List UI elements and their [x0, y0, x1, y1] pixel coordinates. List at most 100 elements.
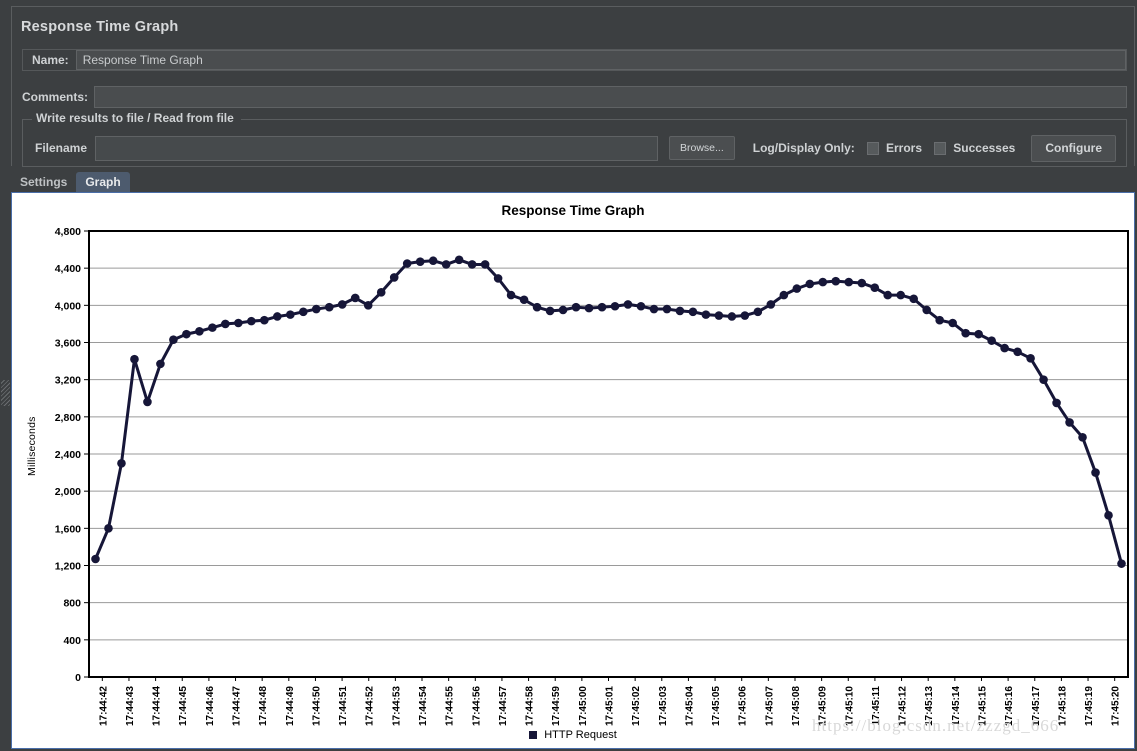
- data-point: [766, 300, 776, 309]
- data-point: [545, 306, 555, 316]
- data-point: [234, 318, 243, 328]
- x-tick-label: 17:45:03: [658, 686, 669, 726]
- data-point: [883, 290, 893, 300]
- left-gutter: [0, 0, 11, 751]
- settings-panel: Response Time Graph Name: Response Time …: [11, 6, 1135, 167]
- y-tick-label: 2,400: [55, 449, 81, 461]
- y-tick-label: 2,800: [55, 412, 81, 424]
- response-time-graph-window: Response Time Graph Name: Response Time …: [0, 0, 1137, 751]
- split-pane-grip[interactable]: [1, 380, 10, 406]
- data-point: [1013, 347, 1022, 357]
- data-point: [636, 301, 646, 311]
- x-tick-label: 17:45:17: [1031, 686, 1042, 726]
- data-point: [909, 294, 919, 304]
- data-point: [1091, 468, 1100, 477]
- data-point: [441, 260, 451, 269]
- x-tick-label: 17:44:52: [365, 686, 376, 726]
- log-display-only-label: Log/Display Only:: [752, 141, 855, 155]
- y-tick-label: 0: [75, 672, 81, 684]
- errors-checkbox[interactable]: [866, 141, 879, 155]
- chart-legend: HTTP Request: [12, 729, 1134, 741]
- x-tick-label: 17:45:18: [1057, 686, 1068, 726]
- page-title: Response Time Graph: [21, 19, 179, 35]
- data-point: [415, 257, 425, 266]
- x-tick-label: 17:45:04: [684, 686, 695, 726]
- data-point: [922, 305, 931, 315]
- tab-settings[interactable]: Settings: [11, 172, 77, 192]
- data-point: [662, 304, 672, 314]
- x-tick-label: 17:45:16: [1004, 686, 1015, 726]
- data-point: [857, 278, 867, 288]
- data-point: [389, 273, 399, 282]
- x-tick-label: 17:44:59: [551, 686, 562, 726]
- comments-row: Comments:: [22, 86, 1127, 108]
- data-point: [896, 290, 906, 300]
- data-point: [454, 255, 464, 265]
- data-point: [117, 458, 126, 468]
- y-tick-label: 3,600: [55, 338, 81, 350]
- x-tick-label: 17:44:51: [338, 686, 349, 726]
- y-tick-label: 4,800: [55, 226, 81, 238]
- y-tick-label: 2,000: [55, 486, 81, 498]
- successes-label: Successes: [953, 141, 1016, 155]
- tab-bar: Settings Graph: [11, 171, 1135, 192]
- filename-input[interactable]: [95, 135, 658, 161]
- data-point: [688, 307, 698, 317]
- data-point: [91, 554, 100, 564]
- data-point: [831, 276, 841, 286]
- data-point: [519, 295, 529, 305]
- filename-label: Filename: [35, 141, 88, 155]
- x-tick-label: 17:44:54: [418, 686, 429, 726]
- x-tick-label: 17:44:46: [205, 686, 216, 726]
- comments-label: Comments:: [22, 90, 89, 104]
- x-tick-label: 17:45:09: [818, 686, 829, 726]
- comments-input[interactable]: [94, 86, 1127, 108]
- data-point: [532, 302, 542, 312]
- data-point: [273, 312, 282, 321]
- data-point: [987, 336, 996, 345]
- configure-button[interactable]: Configure: [1031, 134, 1116, 162]
- data-point: [104, 524, 113, 533]
- data-point: [948, 318, 957, 328]
- legend-label-http-request: HTTP Request: [544, 729, 617, 741]
- data-point: [1026, 354, 1035, 363]
- data-point: [298, 307, 308, 317]
- data-point: [1039, 375, 1048, 384]
- x-tick-label: 17:45:15: [977, 686, 988, 726]
- fieldset-legend: Write results to file / Read from file: [34, 111, 236, 125]
- data-point: [701, 310, 711, 319]
- data-point: [675, 306, 685, 316]
- x-tick-label: 17:45:08: [791, 686, 802, 726]
- data-point: [260, 315, 269, 325]
- x-tick-label: 17:44:58: [525, 686, 536, 726]
- graph-panel: Response Time Graph Milliseconds 0 400 800…: [11, 192, 1135, 749]
- data-point: [221, 319, 230, 329]
- tab-graph[interactable]: Graph: [76, 172, 130, 192]
- data-point: [1000, 343, 1009, 353]
- y-tick-label: 800: [63, 598, 81, 610]
- y-tick-label: 4,000: [55, 300, 81, 312]
- data-point: [935, 315, 944, 325]
- x-tick-label: 17:45:01: [605, 686, 616, 726]
- data-point: [337, 300, 347, 309]
- successes-checkbox[interactable]: [934, 141, 947, 155]
- x-tick-label: 17:45:14: [951, 686, 962, 726]
- data-point: [208, 323, 217, 332]
- data-point: [376, 288, 386, 297]
- browse-button[interactable]: Browse...: [668, 136, 735, 160]
- x-tick-label: 17:44:48: [258, 686, 269, 726]
- data-point: [182, 329, 191, 339]
- y-tick-label: 3,200: [55, 375, 81, 387]
- data-point: [493, 274, 503, 283]
- data-point: [363, 301, 373, 310]
- name-input[interactable]: Response Time Graph: [75, 50, 1126, 70]
- x-tick-label: 17:45:11: [871, 686, 882, 726]
- data-point: [870, 283, 880, 292]
- data-point: [467, 260, 477, 269]
- data-point: [818, 277, 828, 287]
- data-point: [779, 290, 789, 300]
- data-point: [1052, 398, 1061, 408]
- data-point: [169, 335, 178, 345]
- data-point: [649, 304, 659, 314]
- data-point: [311, 304, 321, 314]
